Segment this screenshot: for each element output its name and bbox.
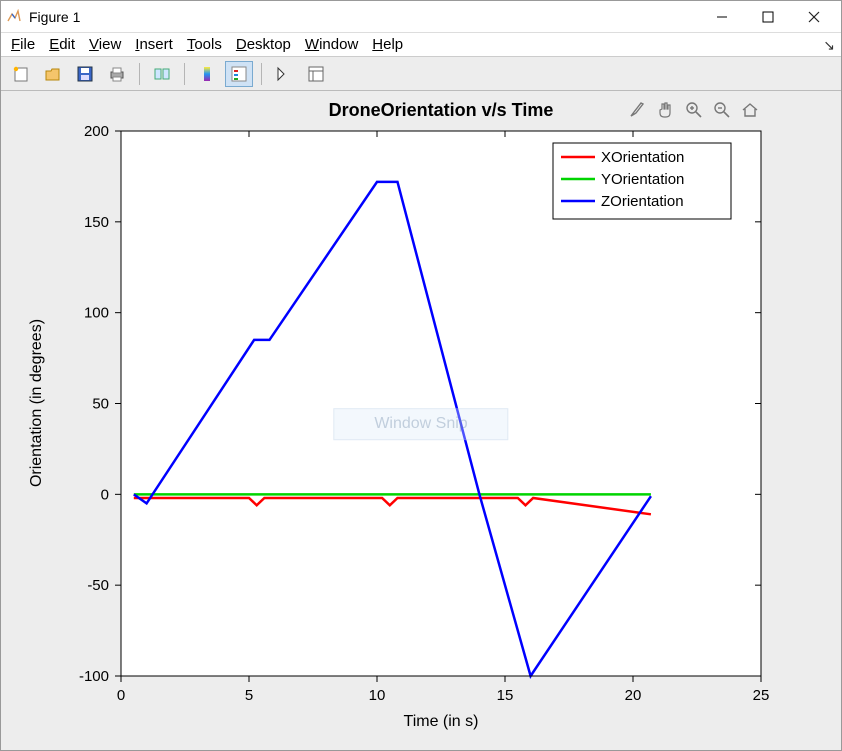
pan-icon[interactable] xyxy=(655,99,677,121)
matlab-icon xyxy=(5,8,23,26)
svg-text:-100: -100 xyxy=(79,668,109,685)
home-icon[interactable] xyxy=(739,99,761,121)
menu-desktop[interactable]: Desktop xyxy=(236,36,291,53)
window-title: Figure 1 xyxy=(29,9,80,25)
menu-insert[interactable]: Insert xyxy=(135,36,173,53)
save-button[interactable] xyxy=(71,61,99,87)
legend-label: YOrientation xyxy=(601,171,684,188)
svg-text:20: 20 xyxy=(625,687,642,704)
zoom-in-icon[interactable] xyxy=(683,99,705,121)
svg-text:100: 100 xyxy=(84,305,109,322)
edit-plot-button[interactable] xyxy=(270,61,298,87)
legend-button[interactable] xyxy=(225,61,253,87)
x-axis-label: Time (in s) xyxy=(404,713,479,730)
minimize-button[interactable] xyxy=(699,2,745,32)
svg-text:200: 200 xyxy=(84,123,109,140)
print-button[interactable] xyxy=(103,61,131,87)
menu-window[interactable]: Window xyxy=(305,36,358,53)
colorbar-button[interactable] xyxy=(193,61,221,87)
toolbar xyxy=(1,57,841,91)
menu-view[interactable]: View xyxy=(89,36,121,53)
brush-icon[interactable] xyxy=(627,99,649,121)
svg-text:-50: -50 xyxy=(87,577,109,594)
menu-file[interactable]: File xyxy=(11,36,35,53)
open-button[interactable] xyxy=(39,61,67,87)
svg-text:50: 50 xyxy=(92,396,109,413)
svg-text:5: 5 xyxy=(245,687,253,704)
svg-text:0: 0 xyxy=(101,486,109,503)
close-button[interactable] xyxy=(791,2,837,32)
y-axis-label: Orientation (in degrees) xyxy=(28,319,45,487)
legend[interactable]: XOrientation YOrientation ZOrientation xyxy=(553,143,731,219)
menubar: File Edit View Insert Tools Desktop Wind… xyxy=(1,33,841,57)
axes-toolbar xyxy=(627,99,761,121)
svg-text:10: 10 xyxy=(369,687,386,704)
svg-text:150: 150 xyxy=(84,214,109,231)
chart-title: DroneOrientation v/s Time xyxy=(329,100,554,120)
plot-area: DroneOrientation v/s Time Orientation (i… xyxy=(1,91,841,750)
chart-svg: DroneOrientation v/s Time Orientation (i… xyxy=(1,91,841,751)
zoom-out-icon[interactable] xyxy=(711,99,733,121)
link-plot-button[interactable] xyxy=(148,61,176,87)
svg-text:15: 15 xyxy=(497,687,514,704)
titlebar: Figure 1 xyxy=(1,1,841,33)
svg-text:25: 25 xyxy=(753,687,770,704)
svg-text:0: 0 xyxy=(117,687,125,704)
legend-label: ZOrientation xyxy=(601,193,684,210)
maximize-button[interactable] xyxy=(745,2,791,32)
menu-tools[interactable]: Tools xyxy=(187,36,222,53)
dock-icon[interactable]: ↘ xyxy=(823,37,835,54)
legend-label: XOrientation xyxy=(601,149,684,166)
new-figure-button[interactable] xyxy=(7,61,35,87)
menu-help[interactable]: Help xyxy=(372,36,403,53)
menu-edit[interactable]: Edit xyxy=(49,36,75,53)
property-inspector-button[interactable] xyxy=(302,61,330,87)
